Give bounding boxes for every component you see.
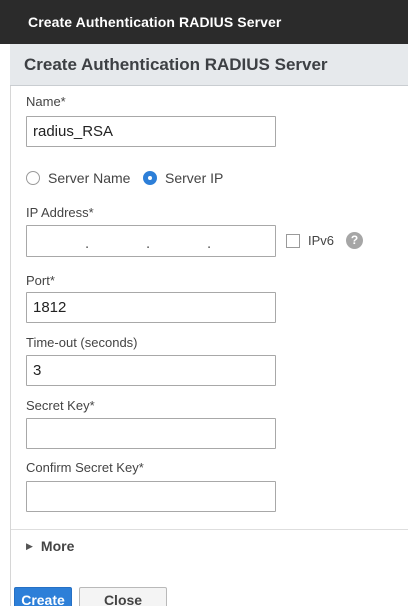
timeout-value: 3 — [33, 362, 42, 379]
name-value: radius_RSA — [33, 123, 114, 140]
dialog-title: Create Authentication RADIUS Server — [24, 55, 328, 74]
radio-server-ip-circle[interactable] — [143, 171, 157, 185]
ipv6-label: IPv6 — [308, 233, 335, 248]
window-title: Create Authentication RADIUS Server — [28, 14, 282, 30]
secret-key-field[interactable] — [26, 418, 276, 449]
ipv6-checkbox[interactable] — [286, 234, 300, 248]
ip-separator-dot: . — [207, 235, 212, 252]
port-value: 1812 — [33, 299, 67, 316]
ip-address-label: IP Address* — [26, 205, 94, 220]
radio-server-ip-label: Server IP — [165, 170, 224, 186]
triangle-right-icon: ▶ — [26, 540, 33, 551]
secret-key-label: Secret Key* — [26, 398, 95, 413]
ip-separator-dot: . — [85, 235, 90, 252]
window-title-bar: Create Authentication RADIUS Server — [0, 0, 408, 44]
timeout-field[interactable]: 3 — [26, 355, 276, 386]
create-button[interactable]: Create — [14, 587, 72, 606]
more-label: More — [40, 538, 75, 554]
confirm-secret-key-label: Confirm Secret Key* — [26, 460, 144, 475]
timeout-label: Time-out (seconds) — [26, 335, 138, 350]
port-label: Port* — [26, 273, 55, 288]
confirm-secret-key-field[interactable] — [26, 481, 276, 512]
divider — [11, 529, 408, 530]
help-icon[interactable]: ? — [346, 232, 363, 249]
ip-address-field[interactable]: . . . — [26, 225, 276, 257]
more-toggle[interactable]: ▶ More — [26, 538, 74, 554]
ip-separator-dot: . — [146, 235, 151, 252]
port-field[interactable]: 1812 — [26, 292, 276, 323]
radio-server-name[interactable]: Server Name — [26, 170, 130, 186]
radio-server-name-label: Server Name — [48, 170, 131, 186]
radio-server-ip[interactable]: Server IP — [143, 170, 223, 186]
name-field[interactable]: radius_RSA — [26, 116, 276, 147]
close-button[interactable]: Close — [79, 587, 167, 606]
name-label: Name* — [26, 94, 66, 109]
dialog-body: Name* radius_RSA Server Name Server IP I… — [10, 86, 408, 606]
radio-server-name-circle[interactable] — [26, 171, 40, 185]
dialog-header: Create Authentication RADIUS Server — [10, 44, 408, 86]
